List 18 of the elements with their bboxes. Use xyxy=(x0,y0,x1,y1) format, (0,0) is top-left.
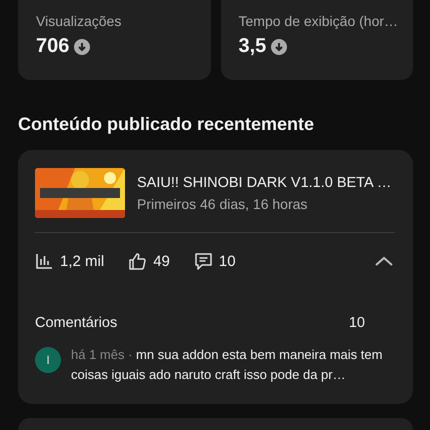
stat-label: Tempo de exibição (hor… xyxy=(238,13,395,29)
metric-value: 10 xyxy=(218,252,236,270)
metric-value: 1,2 mil xyxy=(60,252,104,270)
section-title: Conteúdo publicado recentemente xyxy=(18,114,316,136)
chevron-up-icon[interactable] xyxy=(375,256,393,266)
comment-text: há 1 mês · mn sua addon esta bem maneira mais tem coisas iguais ado naruto craft isso pode da pr… xyxy=(71,346,384,384)
stat-label: Visualizações xyxy=(36,13,122,29)
stat-value: 706 xyxy=(36,35,70,58)
bar-chart-icon xyxy=(35,252,54,270)
stat-value: 3,5 xyxy=(238,35,266,58)
video-title[interactable]: SAIU!! SHINOBI DARK V1.1.0 BETA … xyxy=(137,174,392,190)
thumbs-up-icon xyxy=(128,252,148,270)
avatar: I xyxy=(35,347,61,373)
comments-count: 10 xyxy=(348,315,365,331)
metric-value: 49 xyxy=(153,252,170,270)
comments-label: Comentários xyxy=(35,315,118,331)
comment-icon xyxy=(194,252,213,270)
video-subtitle: Primeiros 46 dias, 16 horas xyxy=(137,196,308,212)
